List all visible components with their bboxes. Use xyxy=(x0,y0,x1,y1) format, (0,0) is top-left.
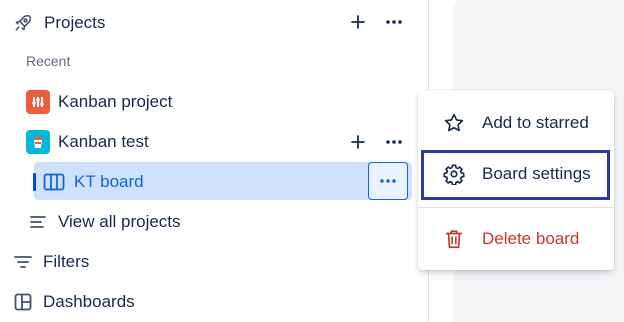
project-name: Kanban test xyxy=(58,132,149,151)
board-name: KT board xyxy=(74,172,144,191)
kt-board-content[interactable]: KT board xyxy=(42,170,144,194)
trash-icon xyxy=(442,227,466,251)
dashboards-label: Dashboards xyxy=(43,292,135,311)
projects-more-button[interactable] xyxy=(380,8,408,36)
kanban-test-more-button[interactable] xyxy=(380,128,408,156)
projects-label: Projects xyxy=(44,13,106,32)
menu-item-board-settings[interactable]: Board settings xyxy=(418,153,614,195)
list-icon xyxy=(26,210,50,234)
board-more-button[interactable] xyxy=(368,162,408,200)
menu-item-delete-board[interactable]: Delete board xyxy=(418,218,614,260)
recent-heading: Recent xyxy=(26,53,71,69)
view-all-projects-link[interactable]: View all projects xyxy=(26,210,181,234)
nav-item-dashboards[interactable]: Dashboards xyxy=(12,290,135,314)
project-name: Kanban project xyxy=(58,92,173,111)
kanban-test-avatar-icon xyxy=(26,130,50,154)
board-columns-icon xyxy=(42,170,66,194)
filters-label: Filters xyxy=(43,252,90,271)
rocket-icon xyxy=(12,12,34,34)
menu-item-label: Delete board xyxy=(482,229,580,248)
menu-item-label: Add to starred xyxy=(482,113,589,132)
kanban-project-avatar-icon xyxy=(26,90,50,114)
star-icon xyxy=(442,111,466,135)
project-item-kanban-project[interactable]: Kanban project xyxy=(26,90,172,114)
project-item-kanban-test[interactable]: Kanban test xyxy=(26,130,149,154)
board-actions-menu: Add to starred Board settings Delete boa… xyxy=(418,90,614,270)
add-board-button[interactable] xyxy=(344,128,372,156)
sidebar: Projects Recent Kanban project Kanban te… xyxy=(0,0,429,322)
menu-item-add-to-starred[interactable]: Add to starred xyxy=(418,102,614,144)
filter-icon xyxy=(12,250,34,274)
gear-icon xyxy=(442,162,466,186)
view-all-projects-label: View all projects xyxy=(58,212,181,231)
projects-header[interactable]: Projects xyxy=(12,12,105,34)
selected-indicator xyxy=(33,173,36,191)
dashboard-icon xyxy=(12,290,34,314)
menu-item-label: Board settings xyxy=(482,164,591,183)
nav-item-filters[interactable]: Filters xyxy=(12,250,89,274)
add-project-button[interactable] xyxy=(344,8,372,36)
menu-divider xyxy=(418,207,614,208)
